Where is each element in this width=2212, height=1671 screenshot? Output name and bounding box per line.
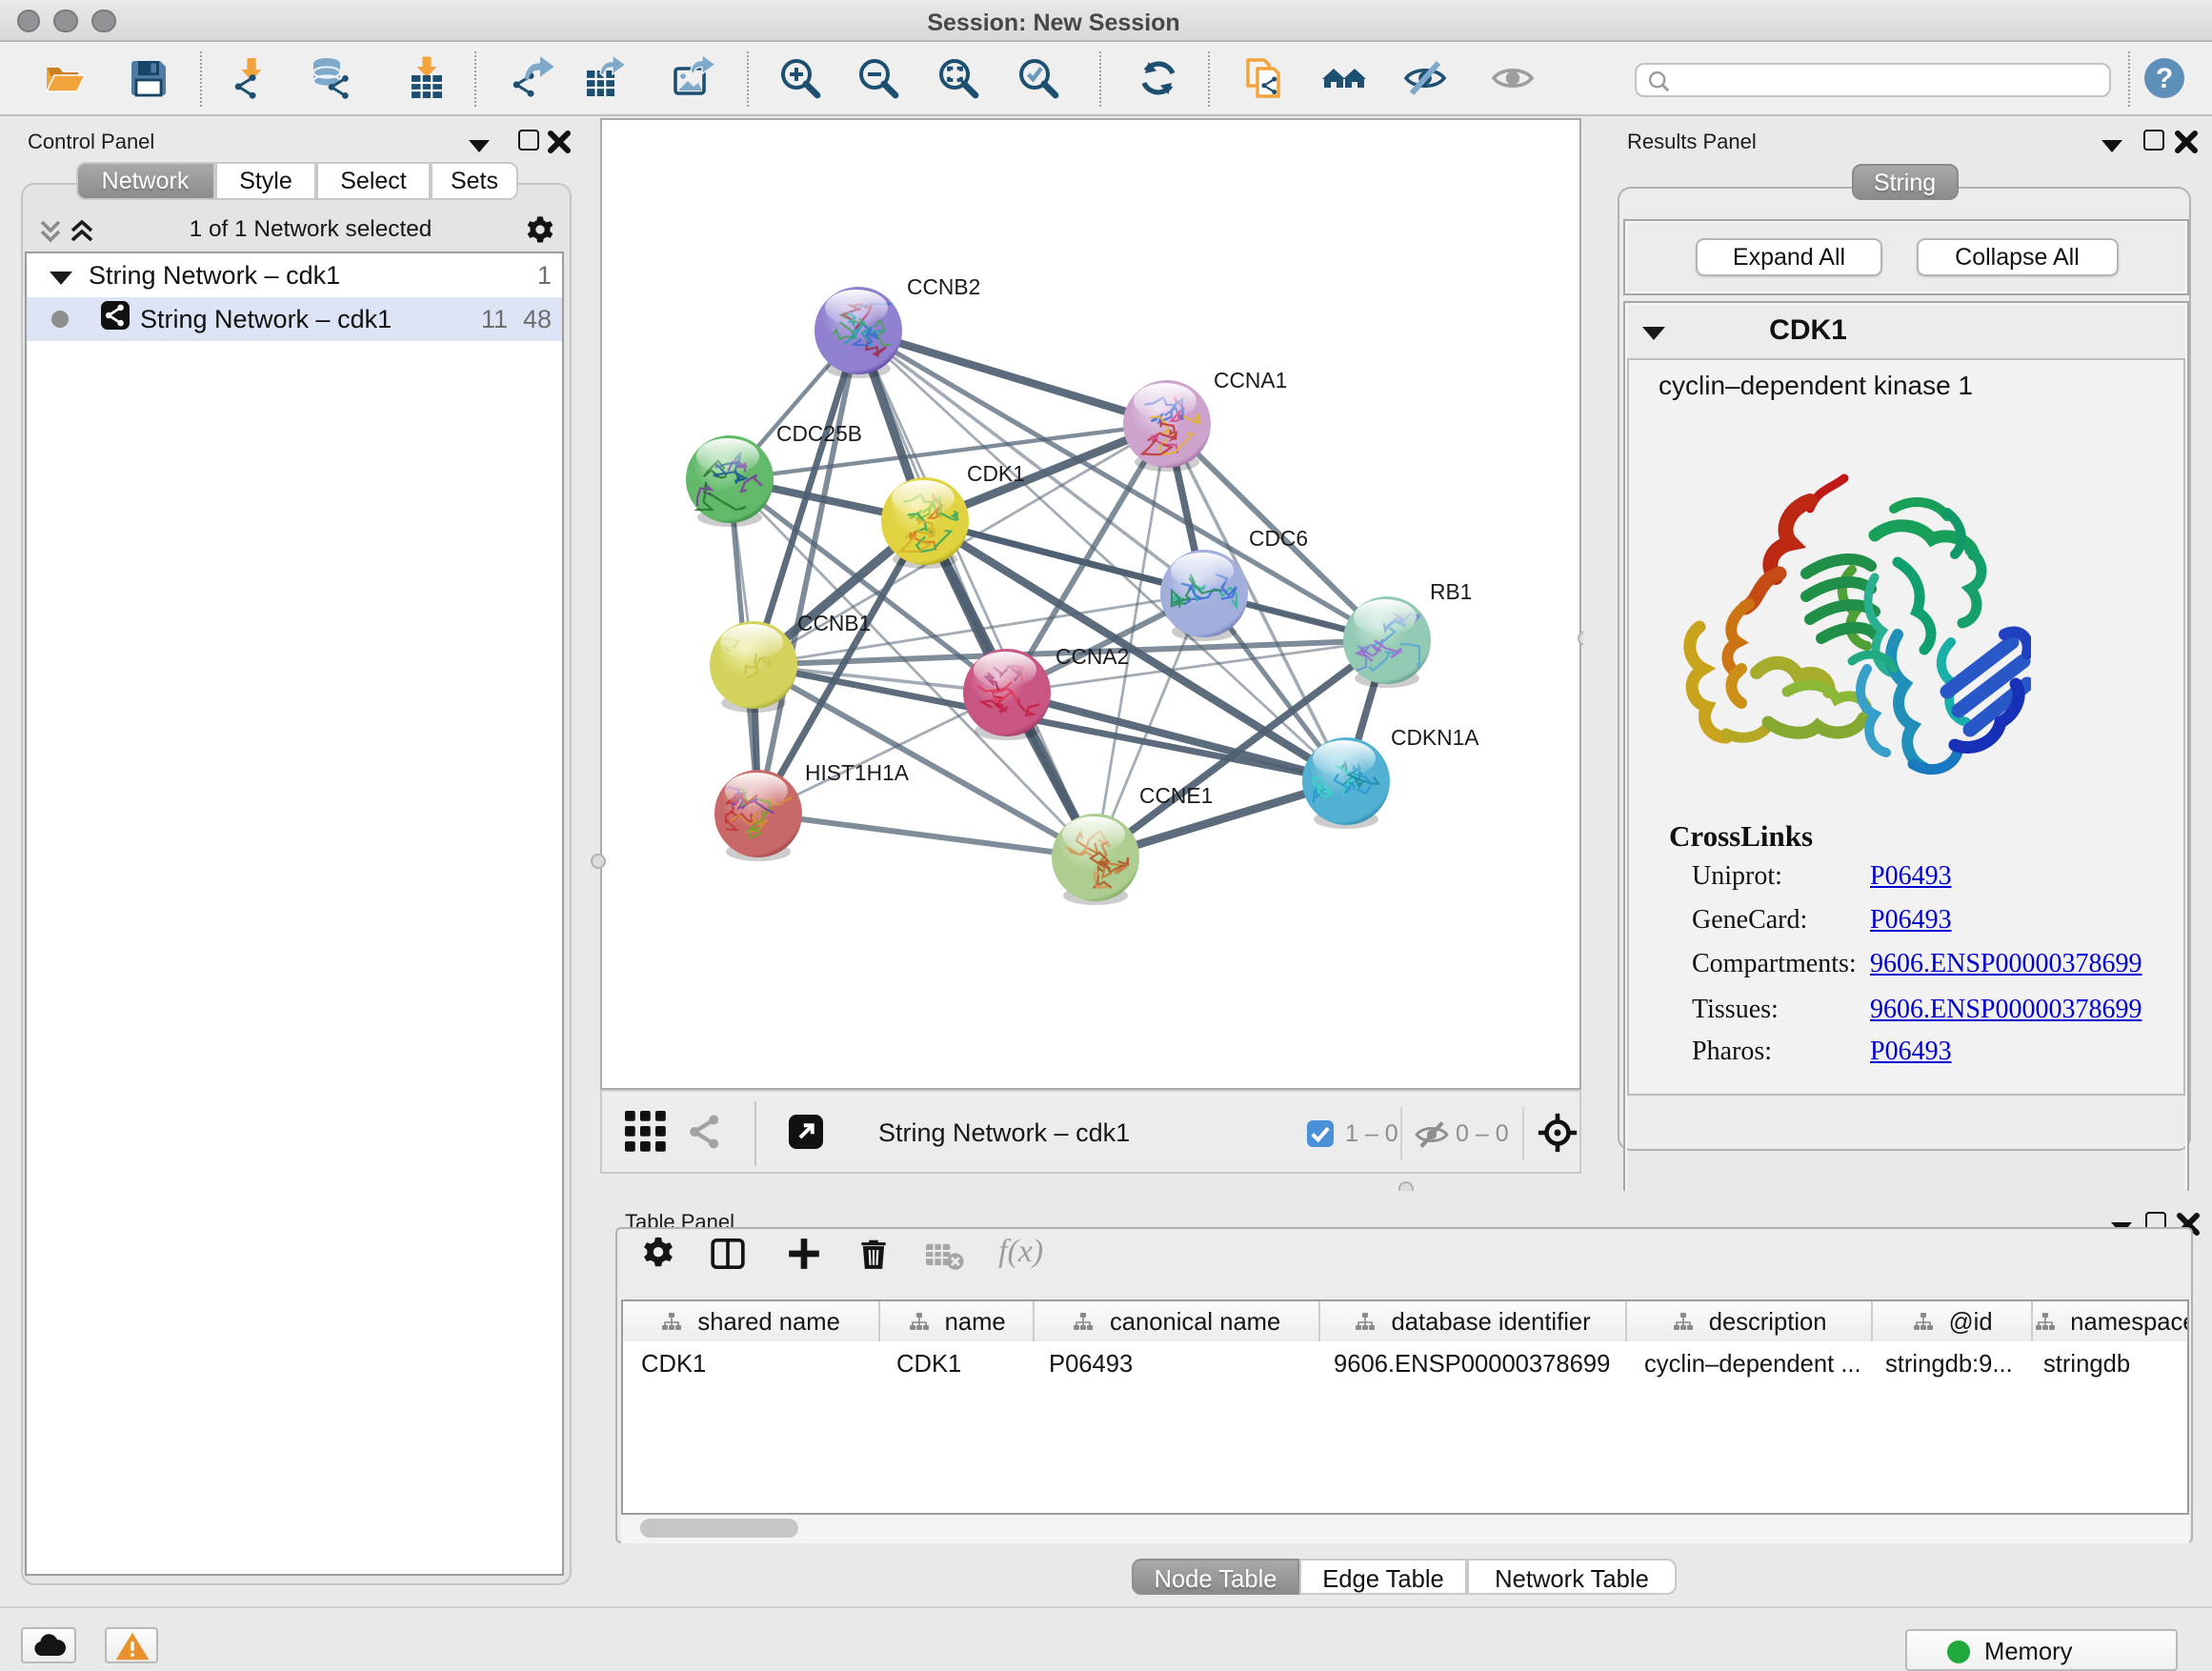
svg-text:HIST1H1A: HIST1H1A bbox=[805, 760, 910, 785]
svg-text:CDC25B: CDC25B bbox=[776, 421, 862, 446]
svg-text:CCNB2: CCNB2 bbox=[907, 274, 980, 299]
svg-text:CDC6: CDC6 bbox=[1249, 526, 1308, 551]
svg-text:CCNA2: CCNA2 bbox=[1056, 644, 1129, 669]
svg-text:CCNA1: CCNA1 bbox=[1214, 368, 1287, 393]
svg-text:?: ? bbox=[2156, 63, 2173, 94]
svg-text:RB1: RB1 bbox=[1430, 579, 1472, 604]
svg-text:CCNB1: CCNB1 bbox=[797, 611, 871, 635]
svg-text:CCNE1: CCNE1 bbox=[1139, 783, 1213, 808]
svg-text:CDK1: CDK1 bbox=[967, 461, 1025, 486]
svg-text:CDKN1A: CDKN1A bbox=[1391, 725, 1479, 750]
